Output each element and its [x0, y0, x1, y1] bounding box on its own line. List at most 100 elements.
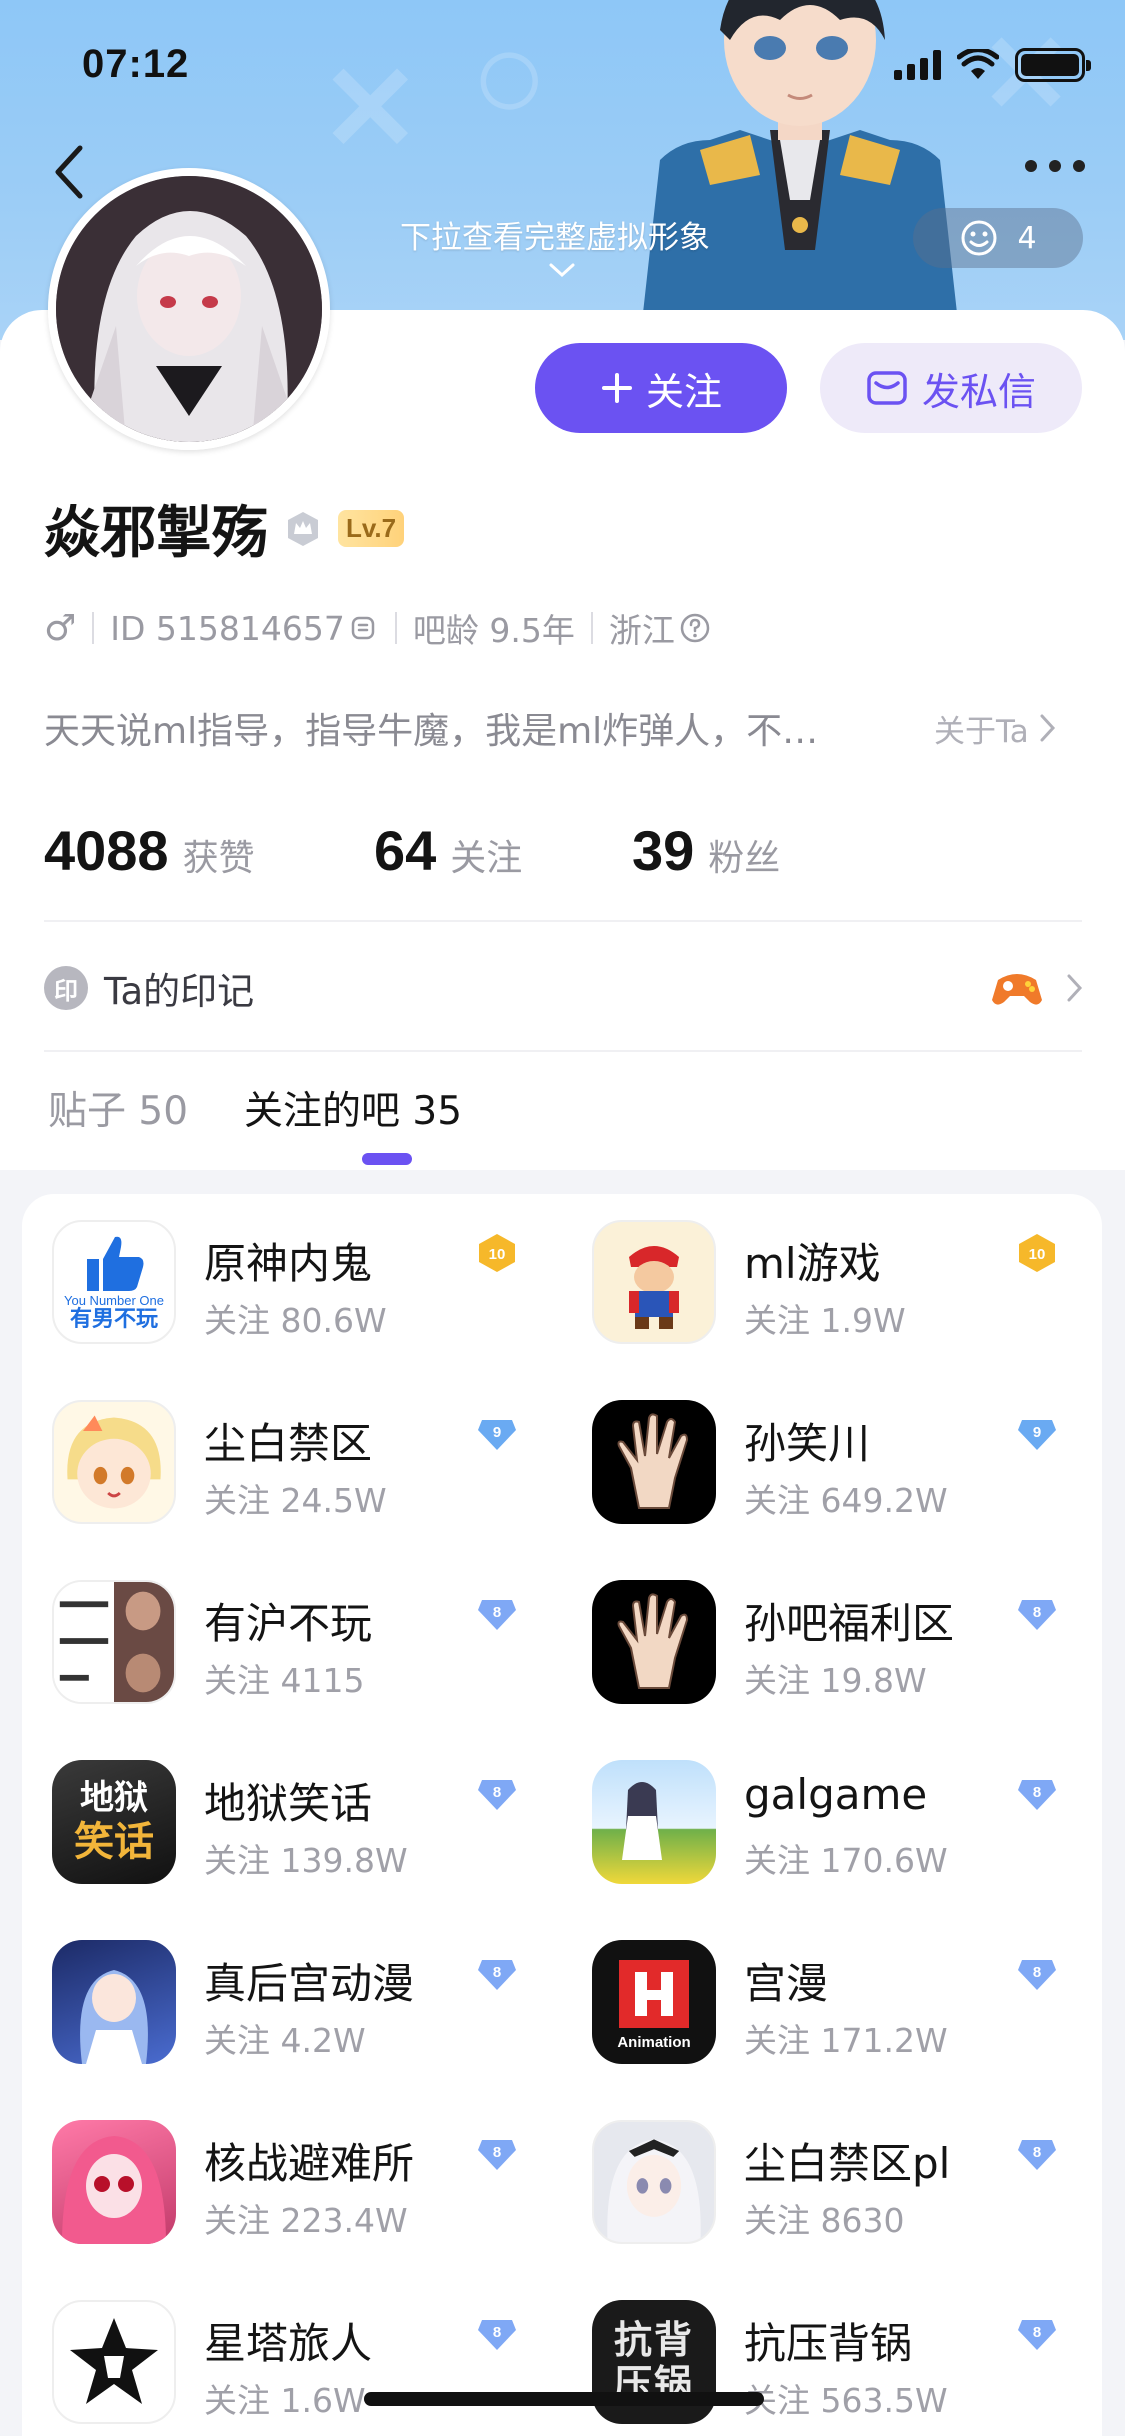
thumbs-up-glyph: [87, 1236, 144, 1291]
chevron-right-icon: [1040, 714, 1055, 742]
hand-icon: [592, 1580, 716, 1704]
bar-item-youhu-buwan[interactable]: 有沪不玩 关注 4115 8: [22, 1554, 562, 1734]
crown-badge-icon[interactable]: [282, 508, 324, 550]
divider: [92, 612, 95, 644]
about-link[interactable]: 关于Ta: [934, 706, 1057, 751]
bar-followers: 关注 4115: [204, 1661, 365, 1700]
bar-followers: 关注 563.5W: [744, 2381, 948, 2420]
gender-icon: ♂: [44, 607, 77, 649]
hand-glyph: [617, 1413, 689, 1509]
level-number: 9: [1033, 1424, 1041, 1441]
help-icon[interactable]: [679, 612, 711, 644]
hell-jokes-icon: 地狱 笑话: [52, 1760, 176, 1884]
follow-button[interactable]: 关注: [535, 343, 787, 433]
tab-followed-bars[interactable]: 关注的吧 35: [244, 1080, 462, 1136]
bar-level-badge-icon: 10: [479, 1234, 515, 1272]
more-options-icon[interactable]: [1025, 160, 1085, 172]
profile-meta-row: ♂ ID 515814657 吧龄 9.5年 浙江: [44, 604, 711, 652]
bar-followers: 关注 223.4W: [204, 2201, 408, 2240]
bar-followers: 关注 139.8W: [204, 1841, 408, 1880]
bar-level-badge-icon: 9: [478, 1420, 516, 1450]
bar-level-badge-icon: 8: [478, 2320, 516, 2350]
send-message-button[interactable]: 发私信: [820, 343, 1082, 433]
stat-value: 4088: [44, 819, 169, 882]
bar-name: galgame: [744, 1770, 928, 1819]
bar-item-sun-xiaochuan[interactable]: 孙笑川 关注 649.2W 9: [562, 1374, 1102, 1554]
anime-girl-glyph: [607, 2139, 701, 2242]
level-number: 8: [1033, 1964, 1041, 1981]
send-message-label: 发私信: [921, 369, 1036, 414]
level-number: 10: [489, 1246, 506, 1263]
bar-name: 核战避难所: [204, 2139, 415, 2188]
mario-glyph: [629, 1246, 679, 1329]
bar-level-badge-icon: 8: [1018, 1780, 1056, 1810]
battery-icon: [1015, 48, 1091, 82]
likes-stat[interactable]: 4088 获赞: [44, 818, 374, 883]
bar-item-ml-game[interactable]: ml游戏 关注 1.9W 10: [562, 1194, 1102, 1374]
bar-followers: 关注 19.8W: [744, 1661, 927, 1700]
following-stat[interactable]: 64 关注: [374, 818, 632, 883]
h-logo-glyph: [619, 1959, 689, 2028]
icon-caption: 笑话: [74, 1819, 154, 1865]
seal-label: Ta的印记: [104, 970, 255, 1013]
status-icons: [894, 48, 1091, 82]
bar-name: 真后宫动漫: [204, 1959, 415, 2008]
bar-item-hezhan-binansuo[interactable]: 核战避难所 关注 223.4W 8: [22, 2094, 562, 2274]
level-number: 8: [493, 1964, 501, 1981]
tab-posts[interactable]: 贴子 50: [48, 1080, 188, 1136]
bar-item-diyu-xiaohua[interactable]: 地狱 笑话 地狱笑话 关注 139.8W 8: [22, 1734, 562, 1914]
stat-value: 39: [632, 819, 695, 882]
bar-level-badge-icon: 8: [478, 1600, 516, 1630]
visitor-count-button[interactable]: 4: [913, 208, 1083, 268]
stat-value: 64: [374, 819, 437, 882]
bar-item-galgame[interactable]: galgame 关注 170.6W 8: [562, 1734, 1102, 1914]
chevron-down-icon: [549, 263, 575, 278]
home-indicator[interactable]: [364, 2392, 764, 2406]
bar-name: ml游戏: [744, 1239, 881, 1288]
fans-stat[interactable]: 39 粉丝: [632, 818, 780, 883]
bar-followers: 关注 170.6W: [744, 1841, 948, 1880]
visitor-count: 4: [1017, 220, 1037, 256]
bar-followers: 关注 1.6W: [204, 2381, 366, 2420]
bar-name: 原神内鬼: [204, 1239, 373, 1288]
copy-icon[interactable]: [349, 613, 379, 643]
mario-icon: [592, 1220, 716, 1344]
bar-item-yuanshen-neigui[interactable]: You Number One 有男不玩 原神内鬼 关注 80.6W 10: [22, 1194, 562, 1374]
bar-item-sunba-fuliqu[interactable]: 孙吧福利区 关注 19.8W 8: [562, 1554, 1102, 1734]
meme-collage-icon: [52, 1580, 176, 1704]
anime-girl-blonde-icon: [52, 1400, 176, 1524]
user-id: ID 515814657: [110, 608, 345, 648]
bar-item-chenbai-jinqu[interactable]: 尘白禁区 关注 24.5W 9: [22, 1374, 562, 1554]
star-tower-glyph: [70, 2318, 158, 2404]
anime-girl-glyph: [80, 1970, 148, 2064]
about-label: 关于Ta: [934, 713, 1029, 750]
bar-level-badge-icon: 8: [478, 2140, 516, 2170]
hand-icon: [592, 1400, 716, 1524]
bar-name: 星塔旅人: [204, 2319, 373, 2368]
bar-item-kangya-beiguo[interactable]: 抗背 压锅 抗压背锅 关注 563.5W 8: [562, 2274, 1102, 2436]
divider: [44, 1050, 1082, 1052]
stat-label: 粉丝: [708, 838, 781, 879]
anime-girl-glyph: [62, 2136, 166, 2244]
status-time: 07:12: [82, 42, 190, 86]
bar-item-gongman[interactable]: Animation 宫漫 关注 171.2W 8: [562, 1914, 1102, 2094]
avatar[interactable]: [48, 168, 330, 450]
back-arrow-icon[interactable]: [44, 140, 100, 204]
bar-item-chenbai-jinqu-pl[interactable]: 尘白禁区pl 关注 8630 8: [562, 2094, 1102, 2274]
pull-hint: 下拉查看完整虚拟形象: [400, 220, 710, 256]
wifi-icon: [957, 49, 999, 79]
divider: [44, 920, 1082, 922]
anime-girl-glyph: [67, 1415, 161, 1509]
seal-icon: 印: [44, 966, 88, 1010]
bar-item-xingta-lvren[interactable]: 星塔旅人 关注 1.6W 8: [22, 2274, 562, 2436]
bio-row[interactable]: 天天说ml指导，指导牛魔，我是ml炸弹人，不… 关于Ta: [44, 702, 1084, 754]
bar-item-zhen-hougong-dongman[interactable]: 真后宫动漫 关注 4.2W 8: [22, 1914, 562, 2094]
user-level-badge[interactable]: Lv.7: [338, 510, 405, 547]
seal-row[interactable]: 印 Ta的印记: [44, 955, 1084, 1021]
bar-followers: 关注 649.2W: [744, 1481, 948, 1520]
level-number: 10: [1029, 1246, 1046, 1263]
hand-glyph: [617, 1593, 689, 1689]
level-number: 8: [1033, 2324, 1041, 2341]
bar-followers: 关注 4.2W: [204, 2021, 366, 2060]
bar-name: 有沪不玩: [204, 1599, 373, 1648]
